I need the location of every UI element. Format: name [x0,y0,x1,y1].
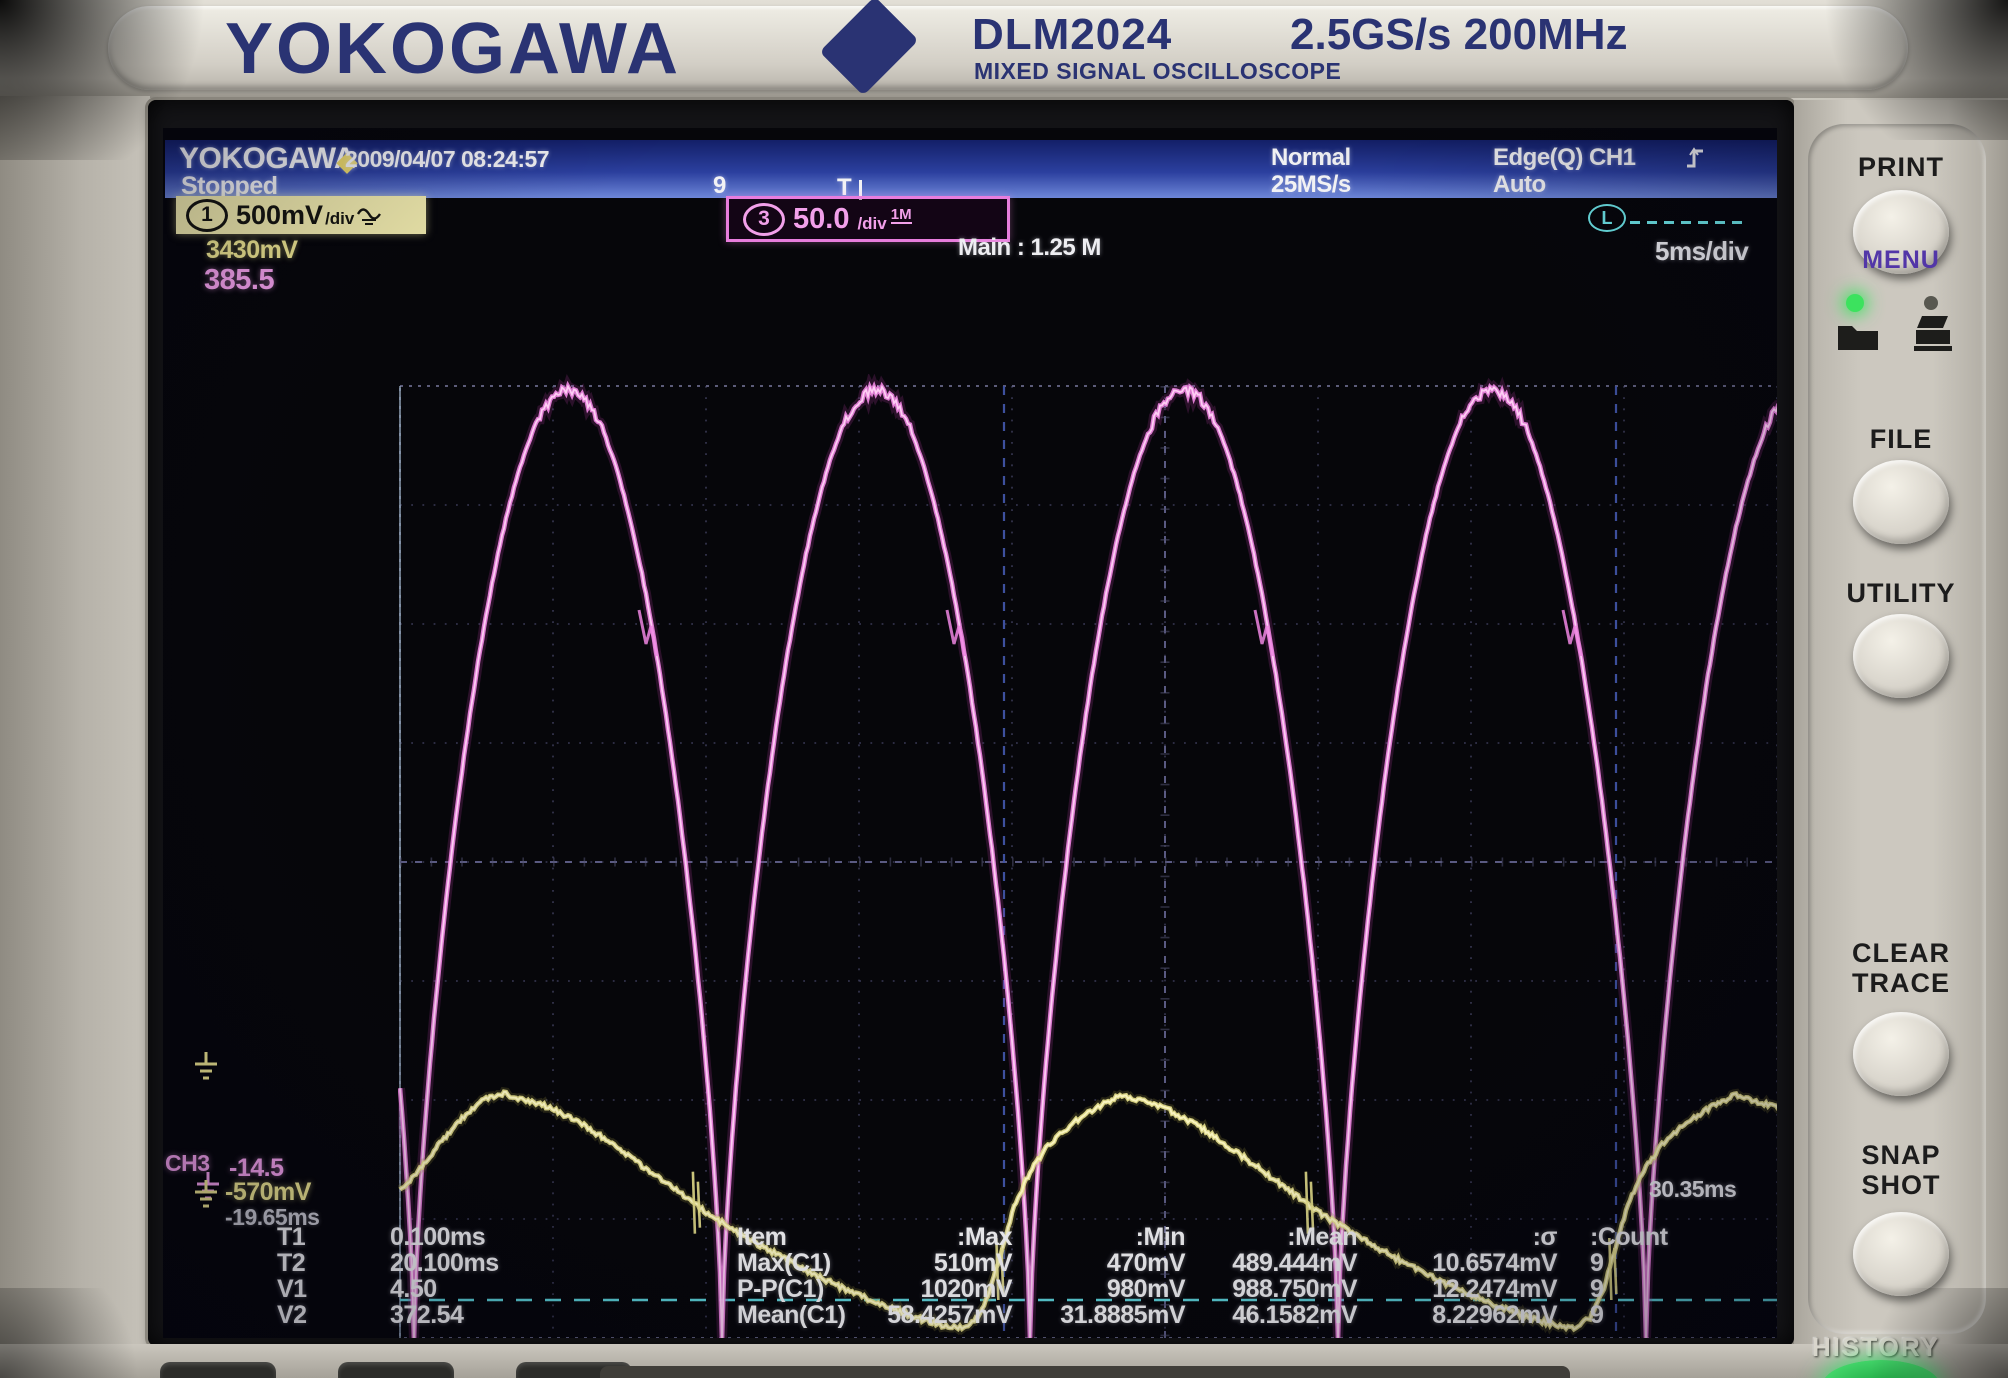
channel1-number-icon: 1 [186,199,228,232]
channel3-scale-suffix: /div [857,214,886,234]
table-cell: 12.2474mV [1327,1275,1557,1304]
clear-trace-button[interactable] [1853,1012,1949,1096]
table-cell: 9 [1590,1301,1603,1330]
lcd-screen: YOKOGAWA ◆ 2009/04/07 08:24:57 Stopped 9… [163,128,1777,1338]
model-specs: 2.5GS/s 200MHz [1290,10,1628,60]
brand-logo: YOKOGAWA [225,8,681,90]
channel3-impedance: 1M [891,207,912,224]
snap-shot-label-line2: SHOT [1794,1170,2008,1201]
table-cell: 489.444mV [1127,1249,1357,1278]
channel1-scale-badge: 1 500mV /div [176,196,426,234]
screen-vignette [163,128,1777,1338]
utility-label: UTILITY [1794,578,2008,609]
trigger-source: Edge(Q) CH1 [1493,144,1636,172]
table-cell: 46.1582mV [1127,1301,1357,1330]
cursor-v1-value: 4.50 [390,1275,437,1304]
cursor-t1-label: T1 [277,1223,305,1252]
clear-trace-label-line2: TRACE [1794,968,2008,999]
ac-coupling-icon [356,206,382,228]
front-panel-edge [600,1366,1570,1378]
channel3-number-icon: 3 [743,203,785,236]
table-header-item: Item [737,1223,786,1252]
cursor-t1-value: 0.100ms [390,1223,485,1252]
cursor-v1-label: V1 [277,1275,307,1304]
table-header-sigma: :σ [1327,1223,1557,1252]
snap-shot-label-line1: SNAP [1794,1140,2008,1171]
menu-led-off [1924,296,1938,310]
table-header-mean: :Mean [1127,1223,1357,1252]
screen-brand-logo: YOKOGAWA [179,142,355,176]
rising-edge-icon [1685,146,1705,170]
table-header-max: :Max [812,1223,1012,1252]
level-ground-marker-icon [193,1180,219,1212]
acquisition-mode: Normal [1271,144,1351,172]
clear-trace-label-line1: CLEAR [1794,938,2008,969]
table-cell: 9 [1590,1275,1603,1304]
utility-button[interactable] [1853,614,1949,698]
table-cell: 1020mV [812,1275,1012,1304]
cursor-t2-value: 20.100ms [390,1249,499,1278]
level-marker-dashes [1630,221,1746,224]
level-marker-icon: L [1588,204,1626,232]
table-cell: 58.4257mV [812,1301,1012,1330]
model-number: DLM2024 [972,10,1172,60]
table-cell: 10.6574mV [1327,1249,1557,1278]
channel1-ground-marker-icon [193,1052,219,1084]
channel3-readout: 385.5 [204,264,274,297]
window-end-time: 30.35ms [1649,1176,1736,1203]
file-label: FILE [1794,424,2008,455]
waveform-graticule [326,256,1777,1338]
front-panel-button[interactable] [160,1362,276,1378]
print-label: PRINT [1794,152,2008,183]
table-cell: 8.22962mV [1327,1301,1557,1330]
model-subtitle: MIXED SIGNAL OSCILLOSCOPE [974,58,1341,85]
channel1-readout: 3430mV [206,236,298,265]
channel1-scale: 500mV [236,200,323,231]
cursor-v2-value: 372.54 [390,1301,463,1330]
trigger-mode: Auto [1493,171,1546,199]
menu-label: MENU [1794,246,2008,275]
top-bezel: YOKOGAWA DLM2024 2.5GS/s 200MHz MIXED SI… [0,0,2008,98]
table-row-item: P-P(C1) [737,1275,824,1304]
window-start-time: -19.65ms [225,1204,319,1231]
menu-led-on [1846,294,1864,312]
printer-icon [1912,314,1956,354]
record-length-readout: Main : 1.25 M [958,234,1101,262]
acquisition-count: 9 [713,172,726,200]
left-bezel [0,96,150,1378]
side-button-panel: PRINT MENU FILE UTILITY CLEAR TRACE SNAP… [1794,100,2008,1346]
timebase-readout: 5ms/div [1655,236,1748,267]
level-marker-badge: L [1588,204,1746,232]
file-button[interactable] [1853,460,1949,544]
cursor-v2-label: V2 [277,1301,307,1330]
channel1-scale-suffix: /div [325,209,354,229]
table-cell: 510mV [812,1249,1012,1278]
table-cell: 988.750mV [1127,1275,1357,1304]
status-bar: YOKOGAWA ◆ 2009/04/07 08:24:57 Stopped 9… [165,140,1777,198]
front-panel-button[interactable] [338,1362,454,1378]
folder-icon [1836,318,1880,352]
snap-shot-button[interactable] [1853,1212,1949,1296]
sample-rate: 25MS/s [1271,171,1351,199]
table-header-count: :Count [1590,1223,1668,1252]
level-readout: -570mV [225,1178,311,1207]
channel3-scale: 50.0 [793,203,849,236]
datetime: 2009/04/07 08:24:57 [345,146,549,173]
table-cell: 9 [1590,1249,1603,1278]
cursor-t2-label: T2 [277,1249,305,1278]
history-label: HISTORY [1812,1332,1940,1363]
oscilloscope-front-panel: YOKOGAWA DLM2024 2.5GS/s 200MHz MIXED SI… [0,0,2008,1378]
